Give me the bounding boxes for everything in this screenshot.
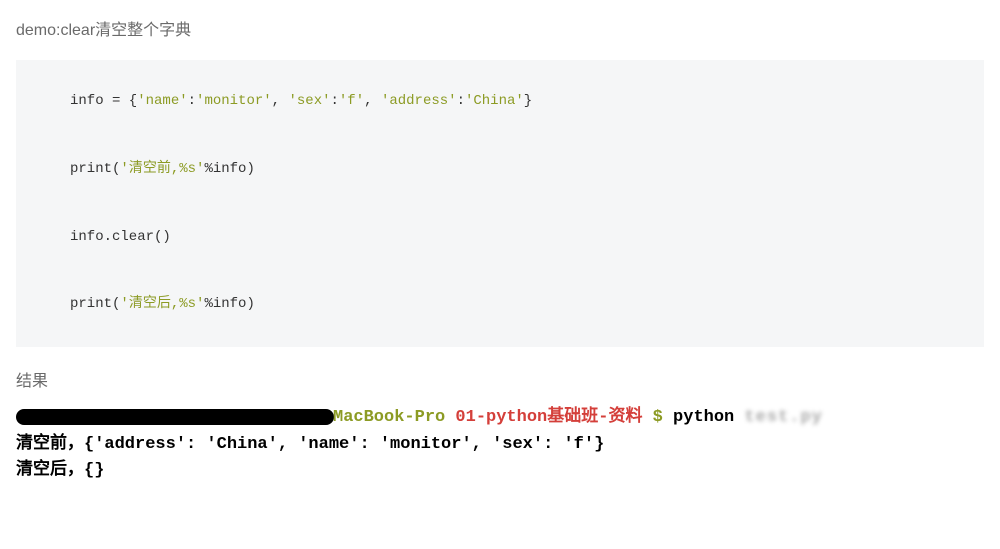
code-line-4: print('清空后,%s'%info) xyxy=(70,293,930,317)
terminal-prompt-symbol: $ xyxy=(653,408,673,427)
code-block: info = {'name':'monitor', 'sex':'f', 'ad… xyxy=(16,60,984,347)
code-line-1: info = {'name':'monitor', 'sex':'f', 'ad… xyxy=(70,90,930,114)
terminal-path: 01-python基础班-资料 xyxy=(455,408,652,427)
terminal-command: python xyxy=(673,408,744,427)
code-line-2: print('清空前,%s'%info) xyxy=(70,158,930,182)
terminal-output: MacBook-Pro 01-python基础班-资料 $ python tes… xyxy=(16,405,984,484)
terminal-line-prompt: MacBook-Pro 01-python基础班-资料 $ python tes… xyxy=(16,405,984,431)
section-title: demo:clear清空整个字典 xyxy=(16,16,984,40)
code-spacer xyxy=(70,114,930,158)
code-spacer xyxy=(70,182,930,226)
code-line-3: info.clear() xyxy=(70,226,930,250)
result-label: 结果 xyxy=(16,367,984,391)
terminal-command-obscured: test.py xyxy=(744,405,822,431)
terminal-host: MacBook-Pro xyxy=(333,408,455,427)
code-spacer xyxy=(70,249,930,293)
smudge-artifact xyxy=(743,431,954,465)
redacted-block xyxy=(16,409,334,425)
